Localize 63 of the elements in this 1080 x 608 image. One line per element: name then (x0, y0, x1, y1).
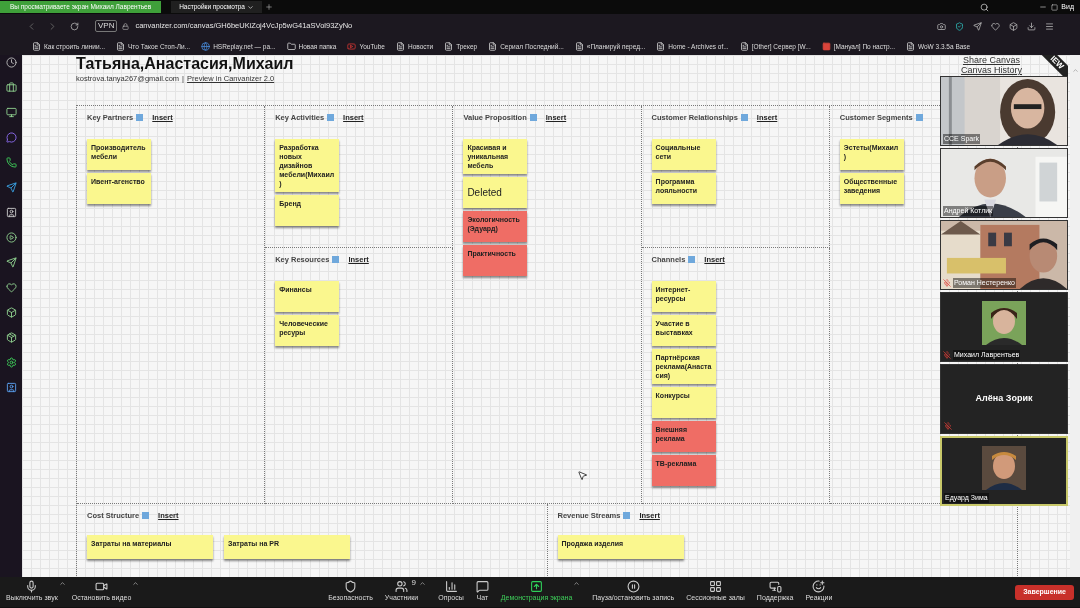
grid-icon (709, 580, 723, 594)
caret-icon[interactable] (573, 580, 581, 588)
page-icon (488, 42, 498, 51)
search-icon[interactable] (980, 2, 990, 12)
microphone-icon (25, 580, 39, 594)
globe-icon (201, 42, 211, 51)
vpn-badge[interactable]: VPN (95, 20, 118, 32)
share-canvas-link[interactable]: Share Canvas (962, 55, 1020, 65)
folder-icon (286, 42, 296, 51)
package-icon[interactable] (5, 332, 17, 343)
chat-icon (475, 580, 489, 594)
send-icon[interactable] (5, 257, 17, 268)
page-icon (905, 42, 915, 51)
heart-icon[interactable] (5, 282, 17, 293)
briefcase-icon[interactable] (5, 82, 17, 93)
menu-icon[interactable] (1045, 21, 1054, 31)
monitor-icon (768, 580, 782, 594)
bar-chart-icon (444, 580, 458, 594)
send-icon[interactable] (5, 182, 17, 193)
heart-icon[interactable] (991, 21, 1000, 31)
page-icon (444, 42, 454, 51)
page-icon (656, 42, 666, 51)
maximize-icon[interactable] (1051, 3, 1059, 11)
video-icon (347, 42, 357, 51)
cursor-icon (577, 470, 588, 481)
new-tab-icon[interactable] (264, 3, 273, 11)
caret-icon[interactable] (58, 580, 66, 588)
page-icon (739, 42, 749, 51)
cube-icon[interactable] (5, 307, 17, 318)
people-icon (395, 580, 408, 594)
clock-icon[interactable] (5, 57, 17, 68)
shield-icon (343, 580, 357, 594)
sticky-note[interactable]: Deleted (463, 177, 528, 209)
page-icon (116, 42, 125, 51)
shield-icon[interactable] (955, 21, 964, 31)
download-icon[interactable] (1027, 21, 1036, 31)
caret-icon[interactable] (419, 580, 427, 588)
play-icon[interactable] (5, 232, 17, 243)
phone-icon[interactable] (5, 157, 17, 168)
page-icon (395, 42, 405, 51)
pause-icon (626, 580, 640, 594)
video-tile[interactable]: Алёна Зорик (940, 364, 1068, 434)
camera-icon[interactable] (937, 21, 946, 31)
cube-icon[interactable] (1009, 21, 1018, 31)
user-square-icon[interactable] (5, 207, 17, 218)
participant-count: 9 (411, 577, 416, 590)
canvas-title: Татьяна,Анастасия,Михаил (76, 56, 294, 72)
square-icon (821, 42, 831, 51)
page-icon (32, 42, 41, 51)
smiley-icon (812, 580, 826, 594)
page-icon (574, 42, 584, 51)
caret-icon (246, 3, 254, 11)
share-screen-icon (530, 580, 544, 594)
chat-bubble-icon[interactable] (5, 132, 17, 143)
monitor-icon[interactable] (5, 107, 17, 118)
canvas-history-link[interactable]: Canvas History (960, 65, 1022, 75)
user-square-icon[interactable] (5, 382, 17, 393)
settings-icon[interactable] (5, 357, 17, 368)
send-icon[interactable] (973, 21, 982, 31)
participant-name: Алёна Зорик (975, 392, 1033, 406)
lock-icon (122, 22, 130, 30)
caret-icon[interactable] (132, 580, 140, 588)
reload-icon[interactable] (70, 21, 79, 31)
